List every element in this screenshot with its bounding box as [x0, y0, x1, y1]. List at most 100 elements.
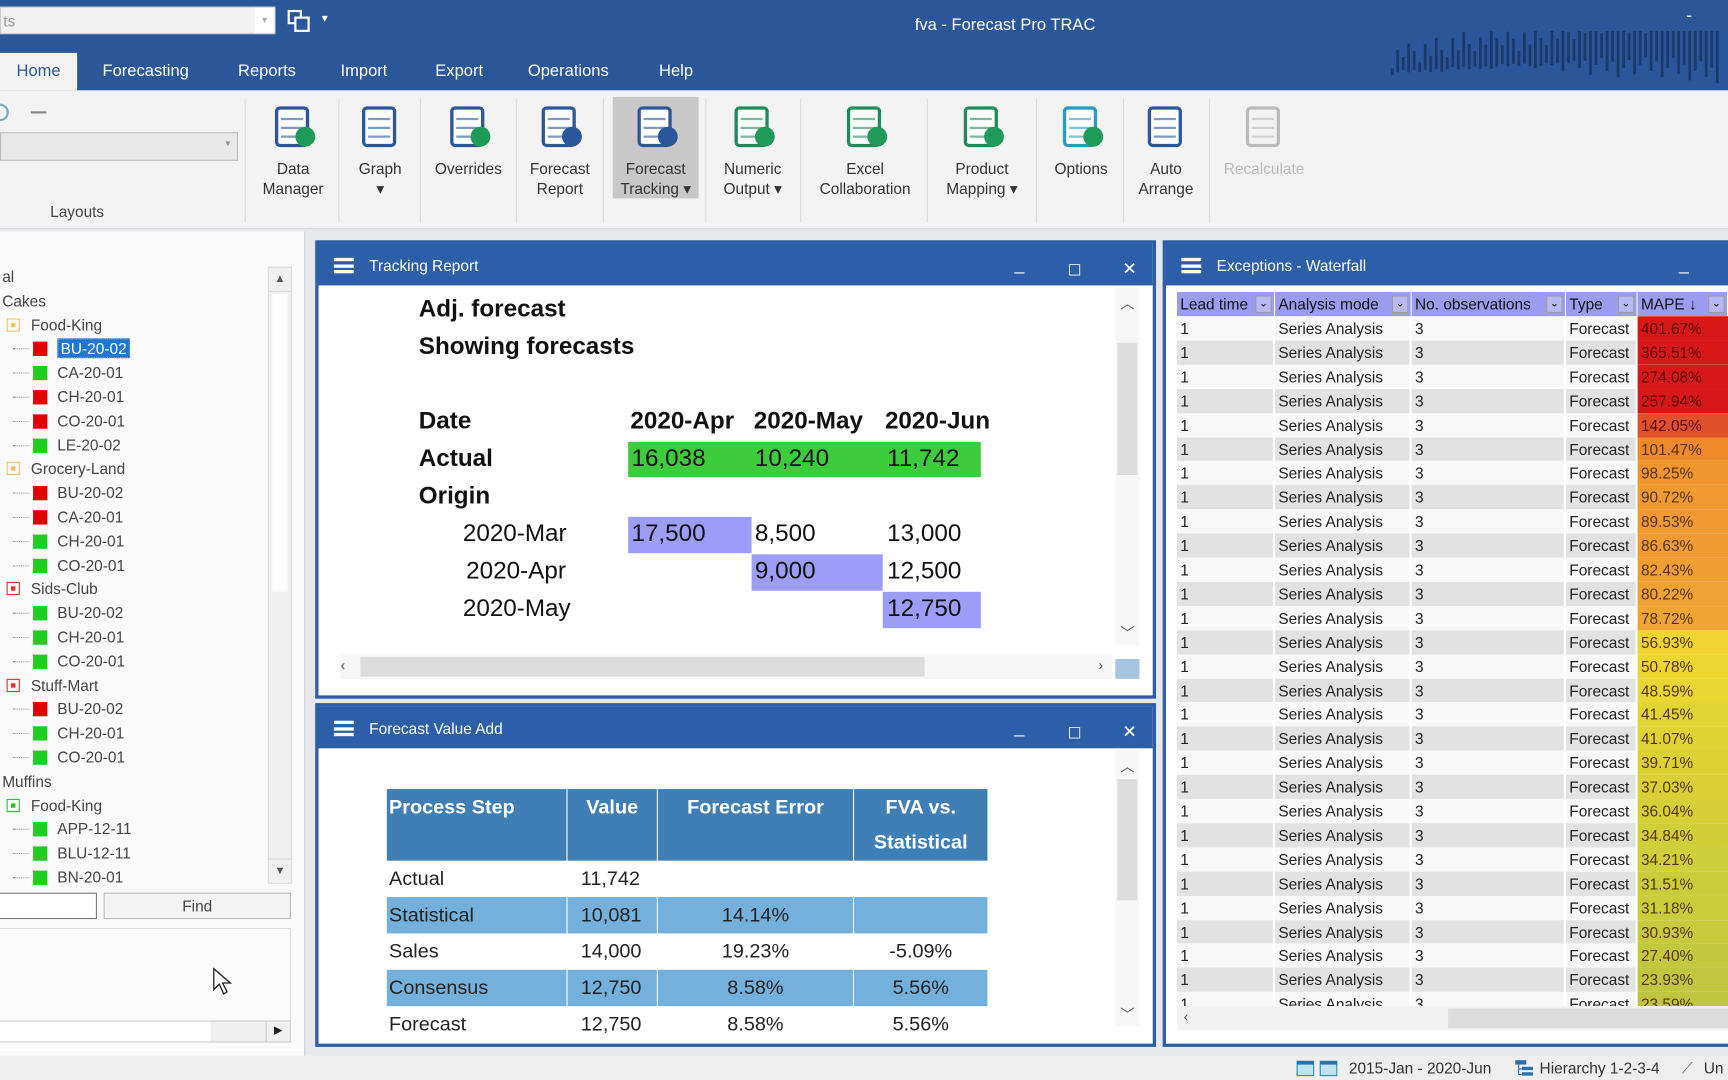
scrollbar-thumb[interactable]	[1117, 342, 1138, 475]
hierarchy-label[interactable]: Hierarchy 1-2-3-4	[1540, 1056, 1660, 1080]
vertical-scrollbar[interactable]: ︿ ﹀	[1115, 750, 1140, 1026]
graph-button[interactable]: Graph ▾	[344, 97, 417, 198]
table-row[interactable]: 1 Series Analysis 3 Forecast 30.93%	[1176, 919, 1728, 944]
table-row[interactable]: 1 Series Analysis 3 Forecast 27.40%	[1176, 943, 1728, 969]
table-row[interactable]: 1 Series Analysis 3 Forecast 31.51%	[1176, 871, 1728, 896]
tree-item-series[interactable]: BU-20-02	[13, 481, 123, 505]
options-button[interactable]: Options	[1040, 97, 1122, 198]
date-range[interactable]: 2015-Jan - 2020-Jun	[1349, 1056, 1491, 1080]
table-row[interactable]: 1 Series Analysis 3 Forecast 86.63%	[1176, 533, 1728, 558]
find-button[interactable]: Find	[103, 892, 291, 920]
scroll-up-icon[interactable]: ▲	[268, 268, 291, 293]
tree-item-series[interactable]: CA-20-01	[13, 505, 123, 529]
scroll-up-icon[interactable]: ︿	[1115, 755, 1139, 776]
tree-item-series[interactable]: CH-20-01	[13, 625, 124, 649]
tree-scrollbar[interactable]: ▲ ▼	[267, 266, 293, 884]
tree-item-series[interactable]: APP-12-11	[13, 817, 132, 841]
table-row[interactable]: 1 Series Analysis 3 Forecast 82.43%	[1176, 557, 1728, 582]
tree-item-series[interactable]: CO-20-01	[13, 745, 125, 769]
find-input[interactable]	[0, 892, 97, 920]
table-row[interactable]: 1 Series Analysis 3 Forecast 98.25%	[1176, 461, 1728, 486]
filter-dropdown-icon[interactable]: ⌄	[1617, 295, 1635, 313]
scrollbar-thumb[interactable]	[1117, 779, 1138, 901]
tree-item-series[interactable]: CO-20-01	[13, 553, 125, 577]
horizontal-scrollbar[interactable]: ‹ ›	[340, 654, 1112, 679]
table-row[interactable]: 1 Series Analysis 3 Forecast 78.72%	[1176, 605, 1728, 631]
tree-item-series[interactable]: CH-20-01	[13, 721, 124, 745]
minimize-button[interactable]: _	[1008, 706, 1030, 750]
column-header[interactable]: Lead time ⌄	[1176, 292, 1276, 317]
table-row[interactable]: 1 Series Analysis 3 Forecast 401.67%	[1176, 316, 1728, 341]
table-row[interactable]: 1 Series Analysis 3 Forecast 142.05%	[1176, 412, 1728, 438]
product-button[interactable]: Product Mapping ▾	[932, 97, 1031, 198]
vertical-scrollbar[interactable]: ︿ ﹀	[1115, 287, 1140, 645]
scrollbar-thumb[interactable]	[360, 656, 925, 677]
tree-item-series[interactable]: BU-20-02	[13, 601, 123, 625]
tab-home[interactable]: Home	[0, 52, 78, 91]
tree-item-series[interactable]: CH-20-01	[13, 529, 124, 553]
circle-icon[interactable]	[0, 103, 9, 122]
menu-icon[interactable]	[333, 720, 354, 737]
filter-dropdown-icon[interactable]: ⌄	[1546, 295, 1563, 313]
scrollbar-thumb[interactable]	[0, 1021, 211, 1042]
table-row[interactable]: 1 Series Analysis 3 Forecast 274.08%	[1176, 364, 1728, 389]
tab-export[interactable]: Export	[423, 53, 495, 90]
scroll-left-icon[interactable]: ‹	[1184, 1008, 1189, 1025]
column-header[interactable]: Type ⌄	[1565, 292, 1638, 317]
column-header[interactable]: MAPE ↓ ⌄	[1637, 292, 1728, 317]
tree-item-group[interactable]: Cakes	[2, 289, 46, 313]
minimize-button[interactable]: _	[1008, 244, 1030, 288]
tree-item-series[interactable]: BLU-12-11	[13, 841, 131, 865]
tree-item-group[interactable]: Stuff-Mart	[6, 673, 98, 697]
tree-item-series[interactable]: CA-20-01	[13, 361, 123, 385]
menu-icon[interactable]	[333, 257, 354, 274]
scroll-right-icon[interactable]: ›	[1098, 657, 1103, 674]
tree-item-series[interactable]: CH-20-01	[13, 385, 124, 409]
table-row[interactable]: 1 Series Analysis 3 Forecast 34.21%	[1176, 847, 1728, 872]
remove-layout-icon[interactable]	[30, 111, 47, 114]
scrollbar-thumb[interactable]	[1448, 1008, 1728, 1029]
tab-import[interactable]: Import	[328, 53, 399, 90]
scroll-down-icon[interactable]: ﹀	[1115, 1003, 1139, 1024]
tree-item-group[interactable]: Food-King	[6, 793, 102, 817]
forecast-button[interactable]: Forecast Tracking ▾	[612, 96, 699, 199]
units-label[interactable]: Un	[1704, 1056, 1724, 1080]
table-row[interactable]: 1 Series Analysis 3 Forecast 36.04%	[1176, 798, 1728, 824]
table-row[interactable]: 1 Series Analysis 3 Forecast 365.51%	[1176, 340, 1728, 365]
tree-item-series[interactable]: BN-20-01	[13, 865, 123, 887]
column-header[interactable]: Analysis mode ⌄	[1275, 292, 1412, 317]
table-row[interactable]: 1 Series Analysis 3 Forecast 50.78%	[1176, 654, 1728, 679]
calendar-icon[interactable]	[1296, 1059, 1340, 1077]
minimize-button[interactable]: _	[1673, 244, 1695, 288]
tab-forecasting[interactable]: Forecasting	[90, 53, 201, 90]
menu-icon[interactable]	[1181, 257, 1202, 274]
table-row[interactable]: 1 Series Analysis 3 Forecast 89.53%	[1176, 509, 1728, 534]
table-row[interactable]: 1 Series Analysis 3 Forecast 80.22%	[1176, 581, 1728, 607]
tree-item-group[interactable]: Grocery-Land	[6, 457, 125, 481]
scroll-down-icon[interactable]: ▼	[268, 858, 291, 882]
table-row[interactable]: 1 Series Analysis 3 Forecast 48.59%	[1176, 678, 1728, 703]
filter-dropdown-icon[interactable]: ⌄	[1391, 295, 1409, 313]
table-row[interactable]: 1 Series Analysis 3 Forecast 39.71%	[1176, 750, 1728, 775]
table-row[interactable]: 1 Series Analysis 3 Forecast 90.72%	[1176, 485, 1728, 510]
horizontal-scrollbar[interactable]: ▶	[0, 1020, 291, 1043]
tree-item-group[interactable]: Sids-Club	[6, 577, 98, 601]
data-button[interactable]: Data Manager	[251, 97, 335, 198]
layout-select[interactable]: ▾	[0, 132, 239, 161]
excel-button[interactable]: Excel Collaboration	[804, 97, 925, 198]
table-row[interactable]: 1 Series Analysis 3 Forecast 41.45%	[1176, 702, 1728, 727]
table-row[interactable]: 1 Series Analysis 3 Forecast 41.07%	[1176, 726, 1728, 751]
tree-item-series[interactable]: CO-20-01	[13, 649, 125, 673]
tab-reports[interactable]: Reports	[226, 53, 308, 90]
column-header[interactable]: No. observations ⌄	[1411, 292, 1566, 317]
scroll-left-icon[interactable]: ‹	[341, 657, 346, 674]
table-row[interactable]: 1 Series Analysis 3 Forecast 257.94%	[1176, 388, 1728, 413]
table-row[interactable]: 1 Series Analysis 3 Forecast 101.47%	[1176, 436, 1728, 462]
scrollbar-thumb[interactable]	[272, 294, 288, 592]
scroll-down-icon[interactable]: ﹀	[1115, 622, 1139, 643]
tree-item-series[interactable]: LE-20-02	[13, 433, 121, 457]
scroll-up-icon[interactable]: ︿	[1115, 292, 1139, 313]
table-row[interactable]: 1 Series Analysis 3 Forecast 56.93%	[1176, 630, 1728, 655]
tree-item-group[interactable]: al	[2, 264, 14, 288]
forecast-button[interactable]: Forecast Report	[520, 97, 599, 198]
